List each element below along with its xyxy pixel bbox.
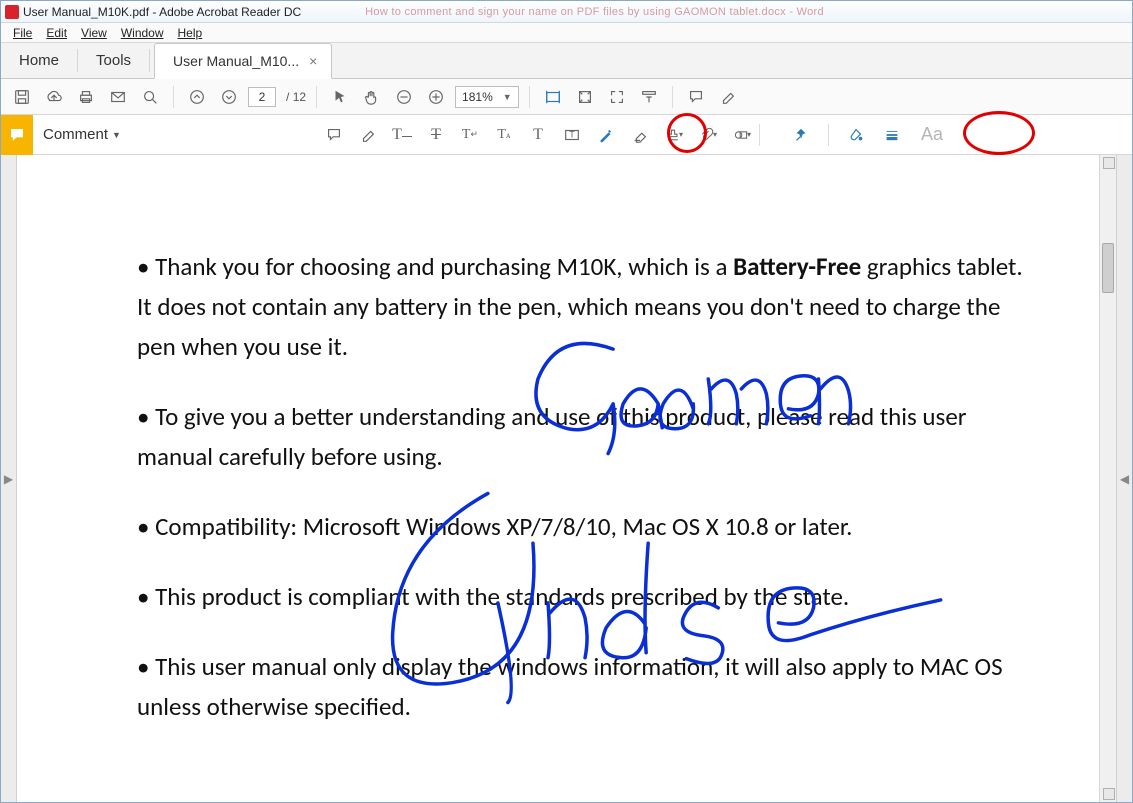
vertical-scrollbar[interactable] [1099, 155, 1116, 802]
tab-label: User Manual_M10... [173, 53, 299, 69]
page-down-icon[interactable] [216, 84, 242, 110]
text-box-icon[interactable]: T [559, 122, 585, 148]
panel-toggle-right[interactable]: ◀ [1116, 155, 1132, 802]
doc-text: • Compatibility: Microsoft Windows XP/7/… [137, 507, 1039, 547]
save-icon[interactable] [9, 84, 35, 110]
app-icon [5, 5, 19, 19]
drawing-tools-icon[interactable]: ▾ [729, 122, 755, 148]
line-thickness-icon[interactable] [879, 122, 905, 148]
menu-help[interactable]: Help [172, 25, 209, 41]
zoom-value: 181% [462, 90, 493, 104]
email-icon[interactable] [105, 84, 131, 110]
insert-text-icon[interactable]: Tᴀ [491, 122, 517, 148]
menubar: File Edit View Window Help [1, 23, 1132, 43]
chevron-down-icon: ▼ [503, 92, 512, 102]
annotation-circle-4 [963, 111, 1035, 155]
comment-toolbar: Comment ▼ T T T↵ Tᴀ T T ▾ ▾ ▾ Aa [1, 115, 1132, 155]
comment-dropdown[interactable]: Comment ▼ [43, 126, 121, 143]
fullscreen-icon[interactable] [604, 84, 630, 110]
scrollbar-thumb[interactable] [1102, 243, 1114, 293]
main-toolbar: / 12 181% ▼ [1, 79, 1132, 115]
draw-freeform-icon[interactable] [593, 122, 619, 148]
page-number-input[interactable] [248, 87, 276, 107]
menu-file[interactable]: File [7, 25, 38, 41]
fit-width-icon[interactable] [540, 84, 566, 110]
doc-text: • This user manual only display the wind… [137, 647, 1039, 727]
close-icon[interactable]: × [309, 53, 317, 69]
menu-view[interactable]: View [75, 25, 113, 41]
page-up-icon[interactable] [184, 84, 210, 110]
window-title: User Manual_M10K.pdf - Adobe Acrobat Rea… [23, 5, 301, 19]
zoom-in-icon[interactable] [423, 84, 449, 110]
doc-text: • This product is compliant with the sta… [137, 577, 1039, 617]
read-mode-icon[interactable] [636, 84, 662, 110]
fit-page-icon[interactable] [572, 84, 598, 110]
doc-text: • To give you a better understanding and… [137, 397, 1039, 477]
color-picker-icon[interactable] [843, 122, 869, 148]
zoom-select[interactable]: 181% ▼ [455, 86, 519, 108]
sticky-note-icon[interactable] [321, 122, 347, 148]
cloud-upload-icon[interactable] [41, 84, 67, 110]
menu-window[interactable]: Window [115, 25, 170, 41]
underline-text-icon[interactable]: T [389, 122, 415, 148]
add-text-icon[interactable]: T [525, 122, 551, 148]
menu-edit[interactable]: Edit [40, 25, 73, 41]
titlebar: User Manual_M10K.pdf - Adobe Acrobat Rea… [1, 1, 1132, 23]
search-icon[interactable] [137, 84, 163, 110]
tab-document[interactable]: User Manual_M10... × [154, 43, 332, 79]
page-total: / 12 [286, 90, 306, 104]
strikethrough-icon[interactable]: T [423, 122, 449, 148]
nav-tools[interactable]: Tools [78, 43, 149, 78]
zoom-out-icon[interactable] [391, 84, 417, 110]
chevron-down-icon: ▼ [112, 130, 121, 140]
replace-text-icon[interactable]: T↵ [457, 122, 483, 148]
highlight-icon[interactable] [715, 84, 741, 110]
comment-bubble-icon[interactable] [683, 84, 709, 110]
doc-text-bold: Battery-Free [733, 251, 861, 282]
comment-panel-badge[interactable] [1, 115, 33, 155]
print-icon[interactable] [73, 84, 99, 110]
pin-toolbar-icon[interactable] [788, 122, 814, 148]
content-area: ▶ • Thank you for choosing and purchasin… [1, 155, 1132, 802]
svg-text:T: T [569, 129, 575, 139]
tabbar: Home Tools User Manual_M10... × [1, 43, 1132, 79]
highlighter-icon[interactable] [355, 122, 381, 148]
doc-text: • Thank you for choosing and purchasing … [137, 251, 733, 282]
erase-drawing-icon[interactable] [627, 122, 653, 148]
attachment-tool-icon[interactable]: ▾ [695, 122, 721, 148]
selection-arrow-icon[interactable] [327, 84, 353, 110]
panel-toggle-left[interactable]: ▶ [1, 155, 17, 802]
nav-home[interactable]: Home [1, 43, 77, 78]
document-viewport[interactable]: • Thank you for choosing and purchasing … [17, 155, 1116, 802]
hand-pan-icon[interactable] [359, 84, 385, 110]
text-properties-label[interactable]: Aa [921, 124, 943, 145]
pdf-page: • Thank you for choosing and purchasing … [17, 155, 1099, 802]
stamp-tool-icon[interactable]: ▾ [661, 122, 687, 148]
background-window-title: How to comment and sign your name on PDF… [365, 6, 824, 18]
